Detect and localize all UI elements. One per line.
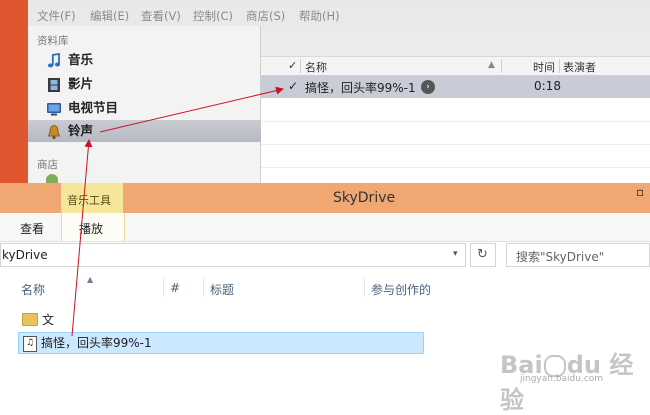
annotation-arrow-to-song [99,86,284,133]
annotation-layer [71,86,284,337]
annotation-arrow-to-ringtones [71,139,93,337]
watermark-url: jingyan.baidu.com [520,374,604,384]
